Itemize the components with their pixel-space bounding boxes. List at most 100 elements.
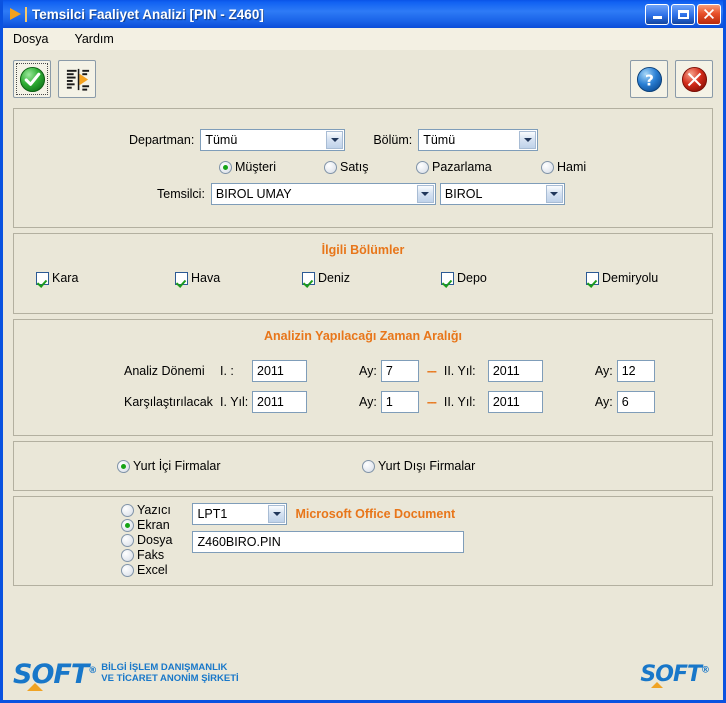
rep-code-select[interactable]: BIROL	[439, 183, 565, 205]
file-name-input[interactable]: Z460BIRO.PIN	[192, 531, 465, 553]
window-controls	[645, 3, 721, 25]
menu-bar: Dosya Yardım	[3, 28, 723, 50]
window-title: Temsilci Faaliyet Analizi [PIN - Z460]	[32, 6, 264, 22]
radio-dosya[interactable]: Dosya	[121, 533, 172, 547]
output-panel: Yazıcı Ekran Dosya Faks Excel LPT1 Micro…	[13, 496, 713, 586]
toolbar: ?	[3, 50, 723, 108]
checkbox-deniz-label: Deniz	[318, 271, 350, 285]
port-select[interactable]: LPT1	[192, 503, 288, 525]
cancel-button[interactable]	[675, 60, 713, 98]
radio-dot-icon	[117, 459, 130, 473]
department-select[interactable]: Tümü	[200, 129, 346, 151]
chevron-down-icon[interactable]	[519, 131, 537, 149]
orange-triangle-icon	[651, 682, 664, 689]
radio-pazarlama-label: Pazarlama	[432, 160, 492, 174]
period-row-2-separator: ---	[426, 395, 437, 409]
chevron-down-icon[interactable]	[416, 185, 434, 203]
radio-yurt-ici[interactable]: Yurt İçi Firmalar	[117, 459, 362, 473]
type-radio-group: Müşteri Satış Pazarlama Hami	[14, 160, 712, 174]
menu-item-dosya[interactable]: Dosya	[13, 32, 48, 46]
rep-value: BIROL UMAY	[215, 187, 292, 201]
period-row-1-first-year[interactable]: 2011	[252, 360, 307, 382]
chevron-down-icon[interactable]	[545, 185, 563, 203]
period-row-2-label: Karşılaştırılacak	[124, 395, 213, 409]
help-button[interactable]: ?	[630, 60, 668, 98]
chevron-down-icon[interactable]	[268, 505, 286, 523]
period-row-1-second-year[interactable]: 2011	[487, 360, 543, 382]
radio-dot-icon	[541, 160, 554, 174]
period-row-2-month-label-2: Ay:	[594, 395, 613, 409]
period-row-1-month-label-2: Ay:	[594, 364, 613, 378]
rep-row: Temsilci: BIROL UMAY BIROL	[14, 183, 712, 205]
radio-excel-label: Excel	[137, 563, 168, 577]
checkbox-hava[interactable]: Hava	[175, 271, 302, 285]
output-fields: LPT1 Microsoft Office Document Z460BIRO.…	[192, 503, 465, 553]
department-label: Departman:	[129, 133, 195, 147]
period-row-1-second-month[interactable]: 12	[616, 360, 655, 382]
section-select[interactable]: Tümü	[418, 129, 539, 151]
period-row-1-first-label: I. :	[220, 364, 234, 378]
period-row-2-first-month[interactable]: 1	[380, 391, 419, 413]
checkbox-demiryolu-label: Demiryolu	[602, 271, 659, 285]
registered-mark-right: ®	[701, 665, 710, 676]
radio-faks[interactable]: Faks	[121, 548, 172, 562]
blue-question-icon: ?	[636, 66, 662, 92]
radio-excel[interactable]: Excel	[121, 563, 172, 577]
rep-select[interactable]: BIROL UMAY	[210, 183, 436, 205]
minimize-button[interactable]	[645, 3, 669, 25]
radio-pazarlama[interactable]: Pazarlama	[416, 160, 541, 174]
checkbox-kara[interactable]: Kara	[36, 271, 175, 285]
section-label: Bölüm:	[373, 133, 413, 147]
firms-radio-group: Yurt İçi Firmalar Yurt Dışı Firmalar	[14, 442, 712, 490]
department-row: Departman: Tümü Bölüm: Tümü	[14, 129, 712, 151]
checkbox-deniz[interactable]: Deniz	[302, 271, 441, 285]
printer-name: Microsoft Office Document	[295, 507, 456, 521]
period-title: Analizin Yapılacağı Zaman Aralığı	[264, 329, 462, 343]
radio-satis-label: Satış	[340, 160, 369, 174]
period-row-2-second-year[interactable]: 2011	[487, 391, 543, 413]
company-name: BİLGİ İŞLEM DANIŞMANLIK VE TİCARET ANONİ…	[101, 662, 238, 685]
output-radio-group: Yazıcı Ekran Dosya Faks Excel	[14, 503, 172, 577]
application-window: Temsilci Faaliyet Analizi [PIN - Z460] D…	[0, 0, 726, 703]
rep-label: Temsilci:	[157, 187, 205, 201]
period-row-2-second-month[interactable]: 6	[616, 391, 655, 413]
soft-logo-text: SOFT®	[13, 661, 97, 691]
report-button[interactable]	[58, 60, 96, 98]
maximize-button[interactable]	[671, 3, 695, 25]
radio-yurt-disi[interactable]: Yurt Dışı Firmalar	[362, 459, 475, 473]
checkbox-icon	[36, 271, 49, 285]
filters-panel: Departman: Tümü Bölüm: Tümü Müşteri Satı…	[13, 108, 713, 228]
checkbox-kara-label: Kara	[52, 271, 79, 285]
title-separator	[25, 6, 27, 22]
soft-logo-text-right: SOFT®	[640, 663, 710, 689]
firms-panel: Yurt İçi Firmalar Yurt Dışı Firmalar	[13, 441, 713, 491]
radio-yazici[interactable]: Yazıcı	[121, 503, 172, 517]
menu-item-yardim[interactable]: Yardım	[74, 32, 113, 46]
radio-satis[interactable]: Satış	[324, 160, 416, 174]
ok-button[interactable]	[13, 60, 51, 98]
chevron-down-icon[interactable]	[326, 131, 344, 149]
radio-hami[interactable]: Hami	[541, 160, 586, 174]
soft-wordmark: SOFT	[13, 658, 89, 690]
period-row-1-first-month[interactable]: 7	[380, 360, 419, 382]
report-list-icon	[66, 68, 89, 91]
period-row-2-first-label: I. Yıl:	[220, 395, 249, 409]
radio-dot-icon	[219, 160, 232, 174]
sections-panel: İlgili Bölümler Kara Hava Deniz Depo Dem…	[13, 233, 713, 314]
period-panel: Analizin Yapılacağı Zaman Aralığı Analiz…	[13, 319, 713, 436]
radio-dot-icon	[121, 518, 134, 532]
close-window-button[interactable]	[697, 3, 721, 25]
period-row-2: Karşılaştırılacak I. Yıl: 2011 Ay: 1 ---…	[14, 391, 712, 413]
period-row-2-first-year[interactable]: 2011	[252, 391, 307, 413]
radio-ekran[interactable]: Ekran	[121, 518, 172, 532]
radio-dot-icon	[416, 160, 429, 174]
svg-text:?: ?	[645, 71, 654, 89]
checkbox-depo-label: Depo	[457, 271, 487, 285]
minimize-icon	[652, 16, 662, 19]
radio-faks-label: Faks	[137, 548, 165, 562]
radio-musteri[interactable]: Müşteri	[219, 160, 324, 174]
checkbox-depo[interactable]: Depo	[441, 271, 586, 285]
radio-dot-icon	[121, 563, 134, 577]
checkbox-icon	[175, 271, 188, 285]
checkbox-demiryolu[interactable]: Demiryolu	[586, 271, 658, 285]
